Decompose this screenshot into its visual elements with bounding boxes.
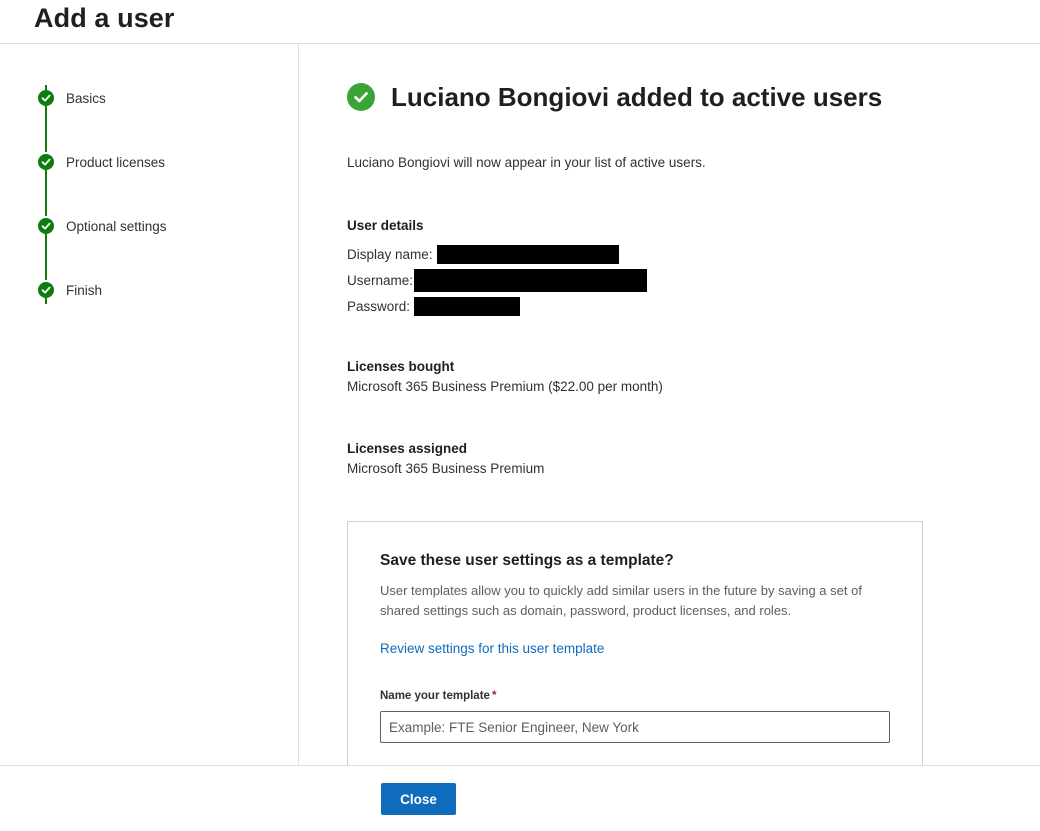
success-description: Luciano Bongiovi will now appear in your… bbox=[347, 155, 706, 170]
footer-bar: Close bbox=[0, 765, 1040, 831]
licenses-bought-value: Microsoft 365 Business Premium ($22.00 p… bbox=[347, 379, 663, 394]
licenses-assigned-heading: Licenses assigned bbox=[347, 441, 468, 456]
success-title: Luciano Bongiovi added to active users bbox=[391, 82, 883, 112]
template-name-input[interactable] bbox=[380, 711, 890, 743]
licenses-assigned-value: Microsoft 365 Business Premium bbox=[347, 461, 545, 476]
template-card-title: Save these user settings as a template? bbox=[380, 552, 674, 569]
required-marker: * bbox=[491, 690, 497, 702]
save-template-card: Save these user settings as a template? … bbox=[347, 521, 923, 781]
step-connector bbox=[45, 170, 47, 216]
step-complete-check-icon bbox=[38, 90, 54, 106]
step-connector bbox=[45, 106, 47, 152]
template-name-label: Name your template * bbox=[380, 690, 496, 702]
review-template-settings-link[interactable]: Review settings for this user template bbox=[380, 641, 604, 656]
page-title: Add a user bbox=[34, 3, 175, 33]
redacted-username bbox=[414, 269, 648, 292]
redacted-password bbox=[414, 297, 521, 316]
user-details-heading: User details bbox=[347, 218, 424, 233]
step-basics[interactable]: Basics bbox=[66, 91, 106, 106]
template-name-label-text: Name your template bbox=[380, 690, 490, 702]
close-button[interactable]: Close bbox=[381, 783, 456, 815]
username-label: Username: bbox=[347, 273, 414, 288]
step-connector bbox=[45, 234, 47, 280]
step-complete-check-icon bbox=[38, 218, 54, 234]
step-product-licenses[interactable]: Product licenses bbox=[66, 155, 165, 170]
step-complete-check-icon bbox=[38, 154, 54, 170]
password-label: Password: bbox=[347, 299, 411, 314]
username-row: Username: bbox=[347, 269, 648, 292]
licenses-bought-heading: Licenses bought bbox=[347, 359, 455, 374]
password-row: Password: bbox=[347, 297, 521, 316]
step-finish[interactable]: Finish bbox=[66, 283, 102, 298]
step-complete-check-icon bbox=[38, 282, 54, 298]
display-name-row: Display name: bbox=[347, 245, 619, 264]
wizard-steps-sidebar: Basics Product licenses Optional setting… bbox=[0, 44, 299, 765]
redacted-display-name bbox=[436, 245, 619, 264]
main-content: Luciano Bongiovi added to active users L… bbox=[300, 44, 1040, 781]
display-name-label: Display name: bbox=[347, 247, 433, 262]
page-header: Add a user bbox=[0, 0, 1040, 44]
template-card-description: User templates allow you to quickly add … bbox=[380, 583, 862, 618]
step-optional-settings[interactable]: Optional settings bbox=[66, 219, 167, 234]
step-connector bbox=[45, 298, 47, 304]
success-check-icon bbox=[347, 83, 375, 111]
